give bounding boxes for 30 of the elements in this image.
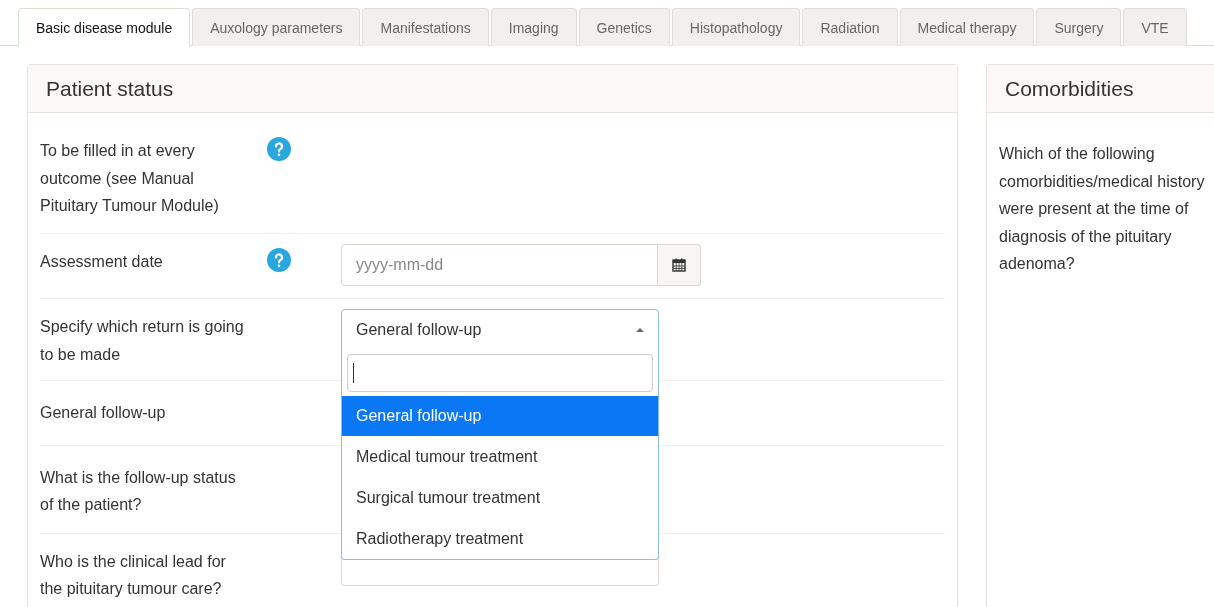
tab[interactable]: Imaging	[490, 8, 577, 46]
field-label: Assessment date	[40, 252, 164, 272]
panel-title: Patient status	[46, 76, 174, 101]
tab[interactable]: Surgery	[1036, 8, 1122, 46]
tab[interactable]: Basic disease module	[18, 8, 191, 47]
tab[interactable]: Auxology parameters	[192, 8, 361, 46]
help-icon[interactable]	[267, 248, 291, 272]
field-label: Specify which return is going to be made	[40, 317, 245, 365]
field-label: Who is the clinical lead for the pituitary tumour care?	[40, 551, 227, 599]
dropdown-option[interactable]: Surgical tumour treatment	[342, 477, 658, 518]
tab[interactable]: Histopathology	[671, 8, 801, 46]
calendar-button[interactable]	[658, 244, 701, 286]
field-label: General follow-up	[40, 403, 167, 423]
dropdown-option[interactable]: Radiotherapy treatment	[342, 518, 658, 559]
tab[interactable]: VTE	[1123, 8, 1187, 46]
tab[interactable]: Medical therapy	[899, 8, 1035, 46]
field-label: To be filled in at every outcome (see Manual Pituitary Tumour Module)	[40, 141, 220, 216]
calendar-icon	[672, 258, 687, 272]
dropdown-option[interactable]: Medical tumour treatment	[342, 436, 658, 477]
panel-title: Comorbidities	[1005, 76, 1134, 101]
dropdown-option[interactable]: General follow-up	[342, 396, 658, 436]
caret-icon	[636, 328, 644, 332]
tab[interactable]: Manifestations	[362, 8, 489, 46]
help-icon[interactable]	[267, 137, 291, 161]
field-label: What is the follow-up status of the patient?	[40, 467, 237, 515]
tab[interactable]: Genetics	[578, 8, 670, 46]
question-text: Which of the following comorbidities/medical history were present at the time of diagnosis of the pituitary adenoma?	[999, 144, 1206, 274]
date-field[interactable]: yyyy-mm-dd	[341, 244, 659, 286]
search-field[interactable]	[347, 354, 653, 392]
tab[interactable]: Radiation	[802, 8, 898, 46]
